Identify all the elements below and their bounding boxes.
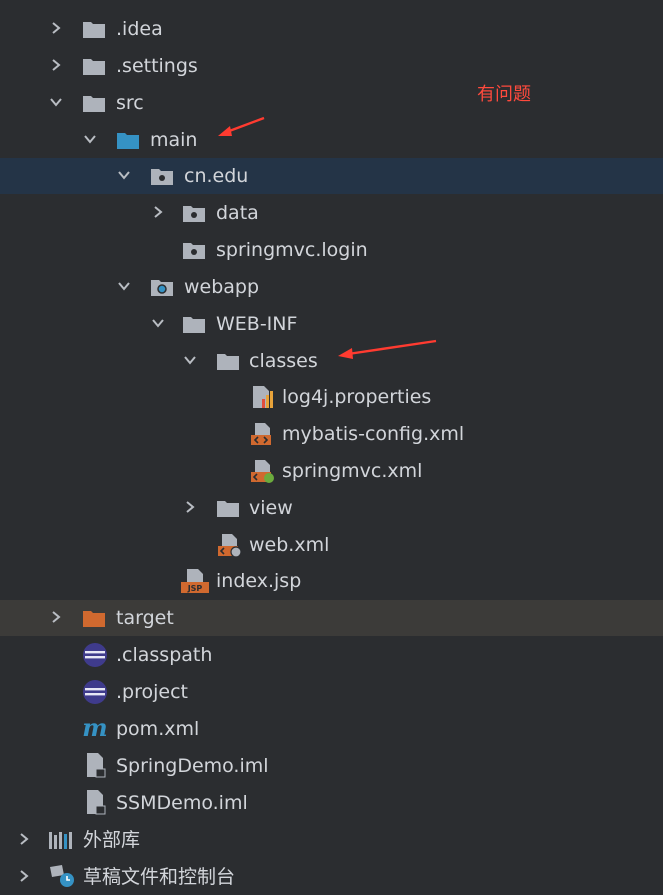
chevron-right-icon[interactable] bbox=[48, 20, 64, 36]
tree-item-label: WEB-INF bbox=[216, 313, 298, 335]
annotation-text: 有问题 bbox=[477, 84, 531, 105]
tree-item-label: cn.edu bbox=[184, 165, 249, 187]
source-folder-icon bbox=[116, 130, 140, 150]
chevron-down-icon[interactable] bbox=[116, 167, 132, 183]
tree-item-label: main bbox=[150, 129, 198, 151]
tree-item-log4j-properties[interactable]: log4j.properties bbox=[0, 379, 663, 415]
tree-item-target[interactable]: target bbox=[0, 600, 663, 636]
tree-item-springdemo-iml[interactable]: SpringDemo.iml bbox=[0, 748, 663, 784]
tree-item-label: webapp bbox=[184, 276, 260, 298]
folder-icon bbox=[82, 19, 106, 39]
tree-item-settings[interactable]: .settings bbox=[0, 48, 663, 84]
tree-item-web-xml[interactable]: web.xml bbox=[0, 527, 663, 563]
tree-item-src[interactable]: src bbox=[0, 85, 663, 121]
svg-text:m: m bbox=[82, 715, 107, 741]
tree-item-scratches[interactable]: 草稿文件和控制台 bbox=[0, 859, 663, 895]
tree-item-label: src bbox=[116, 92, 144, 114]
excluded-folder-icon bbox=[82, 608, 106, 628]
library-icon bbox=[48, 830, 72, 850]
tree-item-mybatis-config-xml[interactable]: mybatis-config.xml bbox=[0, 416, 663, 452]
tree-item-label: .idea bbox=[116, 18, 163, 40]
tree-item-project[interactable]: .project bbox=[0, 674, 663, 710]
chevron-right-icon[interactable] bbox=[48, 609, 64, 625]
tree-item-data[interactable]: data bbox=[0, 195, 663, 231]
properties-file-icon bbox=[250, 385, 276, 409]
tree-item-label: 草稿文件和控制台 bbox=[83, 866, 236, 888]
tree-item-label: SSMDemo.iml bbox=[116, 792, 248, 814]
tree-item-main[interactable]: main bbox=[0, 122, 663, 158]
tree-item-label: .project bbox=[116, 681, 188, 703]
chevron-down-icon[interactable] bbox=[150, 315, 166, 331]
folder-icon bbox=[82, 93, 106, 113]
chevron-right-icon[interactable] bbox=[16, 868, 32, 884]
tree-item-index-jsp[interactable]: JSP index.jsp bbox=[0, 563, 663, 599]
tree-item-label: .settings bbox=[116, 55, 198, 77]
tree-item-label: web.xml bbox=[249, 534, 330, 556]
tree-item-label: .classpath bbox=[116, 644, 213, 666]
maven-icon: m bbox=[80, 715, 110, 741]
tree-item-label: mybatis-config.xml bbox=[282, 423, 465, 445]
tree-item-springmvc-login[interactable]: springmvc.login bbox=[0, 232, 663, 268]
iml-file-icon bbox=[84, 752, 110, 778]
spring-xml-file-icon bbox=[250, 459, 276, 483]
folder-icon bbox=[216, 351, 240, 371]
tree-item-label: data bbox=[216, 202, 259, 224]
tree-item-view[interactable]: view bbox=[0, 490, 663, 526]
tree-item-idea[interactable]: .idea bbox=[0, 11, 663, 47]
tree-item-label: index.jsp bbox=[216, 570, 302, 592]
tree-item-external-libraries[interactable]: 外部库 bbox=[0, 822, 663, 858]
chevron-right-icon[interactable] bbox=[48, 57, 64, 73]
tree-item-webapp[interactable]: webapp bbox=[0, 269, 663, 305]
project-tree[interactable]: .idea .settings src main cn.edu data spr… bbox=[0, 0, 663, 888]
tree-item-label: view bbox=[249, 497, 293, 519]
eclipse-file-icon bbox=[82, 642, 108, 668]
package-icon bbox=[150, 166, 174, 186]
chevron-right-icon[interactable] bbox=[150, 204, 166, 220]
iml-file-icon bbox=[84, 789, 110, 815]
tree-item-pom-xml[interactable]: m pom.xml bbox=[0, 711, 663, 747]
folder-icon bbox=[216, 498, 240, 518]
chevron-right-icon[interactable] bbox=[182, 499, 198, 515]
tree-item-label: target bbox=[116, 607, 174, 629]
tree-item-classpath[interactable]: .classpath bbox=[0, 637, 663, 673]
eclipse-file-icon bbox=[82, 679, 108, 705]
tree-item-ssmdemo-iml[interactable]: SSMDemo.iml bbox=[0, 785, 663, 821]
web-xml-file-icon bbox=[217, 533, 243, 557]
scratches-icon bbox=[48, 863, 78, 889]
tree-item-label: 外部库 bbox=[83, 829, 141, 851]
folder-icon bbox=[182, 314, 206, 334]
tree-item-cn-edu[interactable]: cn.edu bbox=[0, 158, 663, 194]
svg-text:JSP: JSP bbox=[187, 584, 203, 593]
tree-item-label: SpringDemo.iml bbox=[116, 755, 269, 777]
package-icon bbox=[182, 203, 206, 223]
annotation-arrow-main bbox=[218, 116, 265, 136]
tree-item-label: springmvc.xml bbox=[282, 460, 423, 482]
chevron-down-icon[interactable] bbox=[48, 94, 64, 110]
tree-item-springmvc-xml[interactable]: springmvc.xml bbox=[0, 453, 663, 489]
chevron-down-icon[interactable] bbox=[82, 131, 98, 147]
package-icon bbox=[182, 240, 206, 260]
tree-item-label: log4j.properties bbox=[282, 386, 432, 408]
jsp-file-icon: JSP bbox=[180, 568, 210, 594]
annotation-arrow-classes bbox=[338, 339, 437, 359]
chevron-right-icon[interactable] bbox=[16, 831, 32, 847]
tree-item-label: springmvc.login bbox=[216, 239, 368, 261]
xml-file-icon bbox=[250, 422, 276, 446]
chevron-down-icon[interactable] bbox=[182, 352, 198, 368]
chevron-down-icon[interactable] bbox=[116, 278, 132, 294]
folder-icon bbox=[82, 56, 106, 76]
tree-item-label: pom.xml bbox=[116, 718, 200, 740]
tree-item-label: classes bbox=[249, 350, 318, 372]
web-folder-icon bbox=[150, 277, 174, 297]
